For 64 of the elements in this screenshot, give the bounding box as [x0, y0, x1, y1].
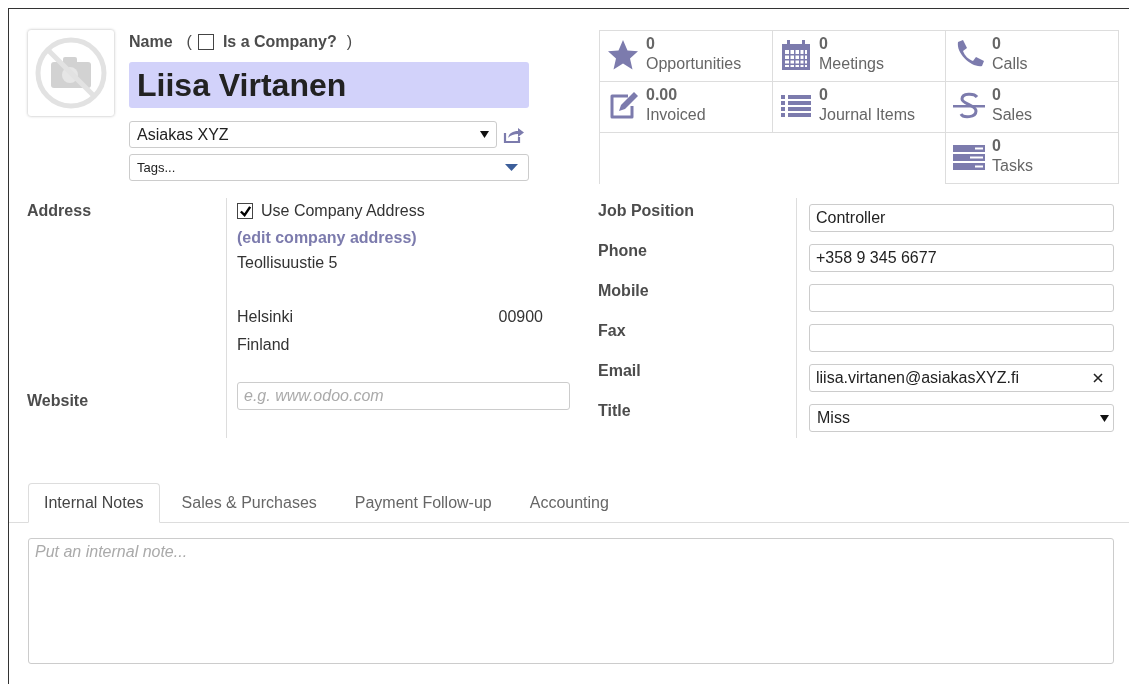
title-select[interactable]: Miss — [809, 404, 1114, 432]
email-field[interactable]: liisa.virtanen@asiakasXYZ.fi — [809, 364, 1114, 392]
name-field[interactable]: Liisa Virtanen — [129, 62, 529, 108]
company-select[interactable]: Asiakas XYZ — [129, 121, 497, 148]
stat-label: Opportunities — [646, 54, 742, 74]
tab[interactable]: Sales & Purchases — [165, 483, 333, 523]
name-label: Name — [129, 33, 173, 51]
stat-label: Tasks — [992, 156, 1033, 176]
stat-value: 0 — [819, 34, 829, 54]
caret-icon — [1100, 414, 1109, 422]
company-checkbox[interactable] — [197, 34, 214, 50]
tab[interactable]: Internal Notes — [28, 483, 160, 523]
stat-value: 0 — [992, 85, 1002, 105]
field-label: Phone — [598, 241, 648, 261]
field-label: Email — [598, 361, 642, 381]
paren-close: ) — [346, 33, 353, 51]
field-label: Job Position — [598, 201, 695, 221]
stat-value: 0 — [992, 34, 1002, 54]
text-field[interactable] — [809, 324, 1114, 352]
stat-button[interactable]: 0 Sales — [946, 82, 1119, 133]
internal-note-field[interactable]: Put an internal note... — [28, 538, 1114, 664]
stat-value: 0 — [992, 136, 1002, 156]
stat-label: Sales — [992, 105, 1033, 125]
stat-label: Meetings — [819, 54, 884, 74]
text-field[interactable]: +358 9 345 6677 — [809, 244, 1114, 272]
calendar-icon — [779, 38, 813, 72]
stat-button[interactable]: 0 Journal Items — [773, 82, 946, 133]
stat-label: Calls — [992, 54, 1028, 74]
tab[interactable]: Accounting — [513, 483, 625, 523]
city-text: Helsinki — [237, 308, 293, 326]
external-link-icon[interactable] — [503, 126, 525, 143]
zip-text: 00900 — [498, 308, 543, 326]
star-icon — [606, 38, 640, 72]
field-label: Fax — [598, 321, 627, 341]
field-label: Title — [598, 401, 632, 421]
text-field[interactable] — [809, 284, 1114, 312]
caret-icon — [505, 164, 518, 171]
stat-button[interactable]: 0 Calls — [946, 31, 1119, 82]
company-checkbox-label: Is a Company? — [222, 33, 337, 51]
address-label: Address — [27, 201, 93, 221]
stat-value: 0 — [819, 85, 829, 105]
text-field[interactable]: Controller — [809, 204, 1114, 232]
tab[interactable]: Payment Follow-up — [338, 483, 508, 523]
website-field[interactable]: e.g. www.odoo.com — [237, 382, 570, 410]
stat-label: Invoiced — [646, 105, 706, 125]
country-text: Finland — [237, 336, 291, 354]
use-company-address-label: Use Company Address — [261, 202, 425, 220]
street-text: Teollisuustie 5 — [237, 254, 339, 272]
edit-company-address-link[interactable]: (edit company address) — [237, 229, 571, 247]
no-photo-icon — [33, 35, 109, 111]
stat-button[interactable]: 0.00 Invoiced — [600, 82, 773, 133]
stat-value: 0.00 — [646, 85, 679, 105]
tags-field[interactable]: Tags... — [129, 154, 529, 181]
paren-open: ( — [186, 33, 192, 51]
stat-button[interactable]: 0 Meetings — [773, 31, 946, 82]
website-label: Website — [27, 391, 90, 411]
clear-icon[interactable] — [1093, 373, 1103, 383]
stat-value: 0 — [646, 34, 656, 54]
use-company-address-checkbox[interactable] — [237, 203, 253, 219]
field-label: Mobile — [598, 281, 650, 301]
stat-label: Journal Items — [819, 105, 916, 125]
stat-button[interactable]: 0 Tasks — [945, 133, 1119, 184]
stat-button[interactable]: 0 Opportunities — [600, 31, 773, 82]
caret-icon — [480, 131, 489, 138]
